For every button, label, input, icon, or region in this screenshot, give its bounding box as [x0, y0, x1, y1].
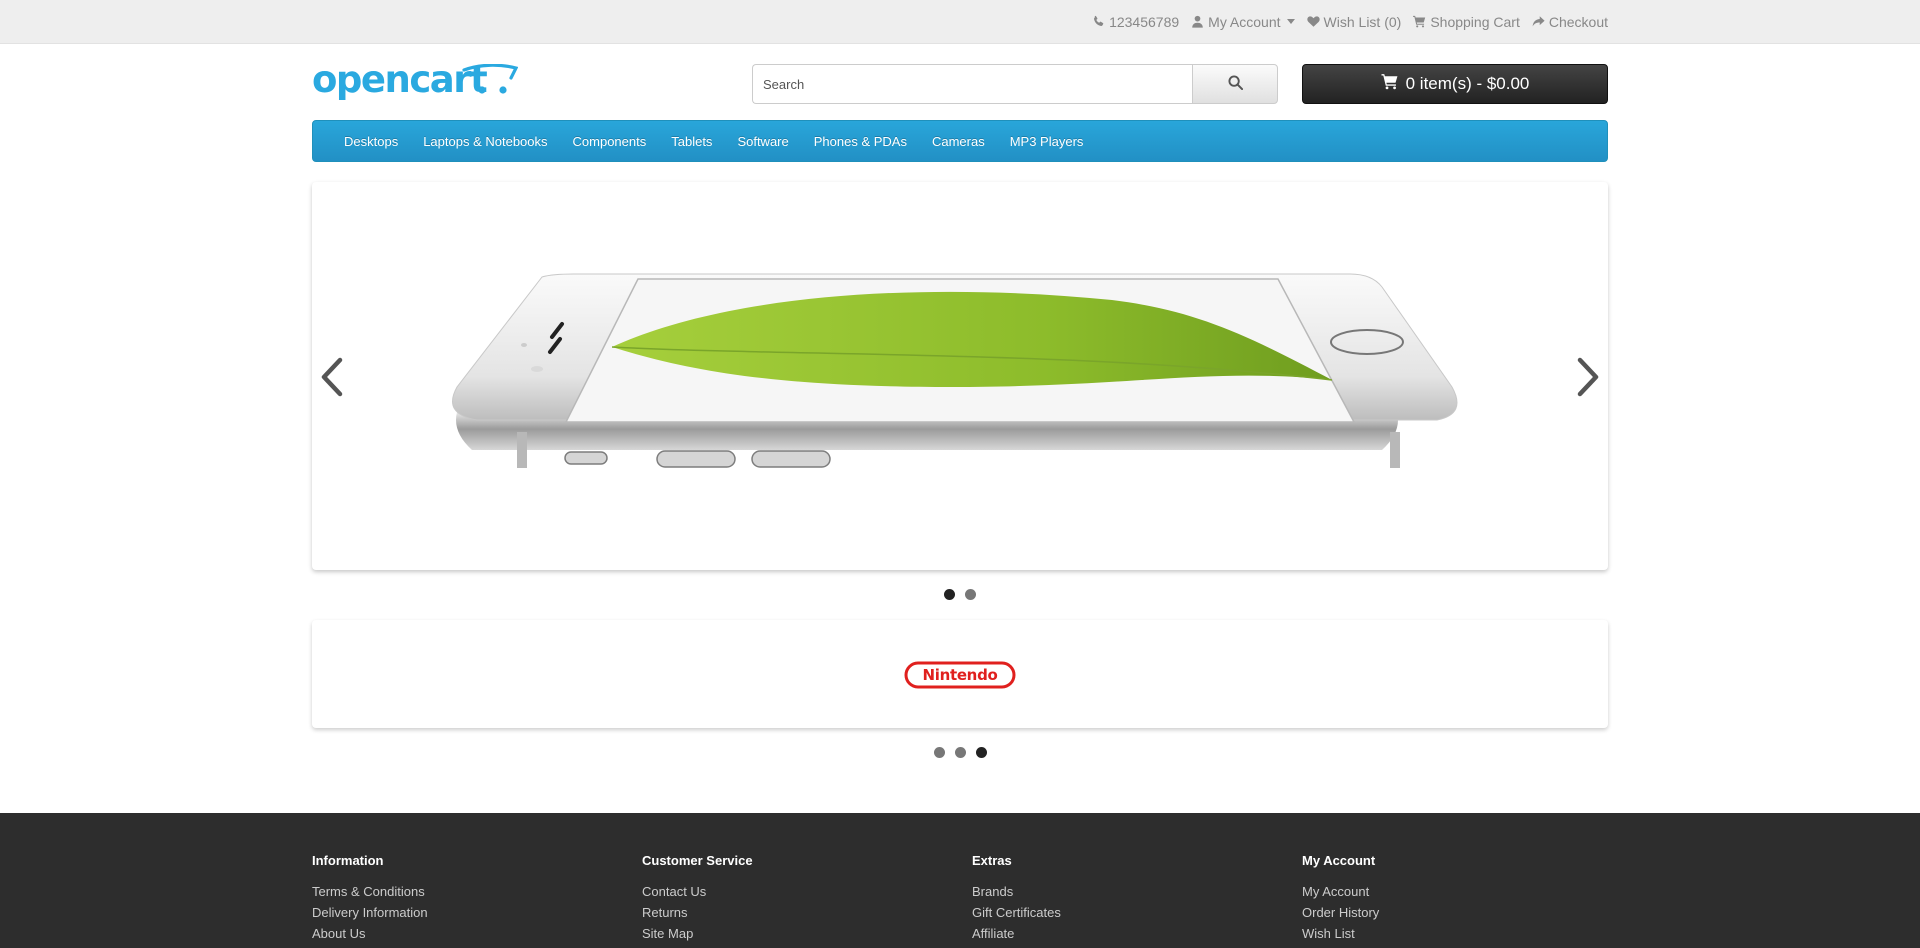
footer-heading-my-account: My Account — [1302, 853, 1376, 868]
cart-icon — [1381, 73, 1399, 95]
search-icon — [1227, 75, 1243, 93]
footer-link-gift-certificates[interactable]: Gift Certificates — [972, 902, 1272, 923]
search-bar — [752, 64, 1278, 104]
logo-cart-icon — [462, 64, 518, 94]
checkout-label: Checkout — [1548, 13, 1608, 30]
user-icon — [1191, 15, 1204, 28]
wish-list-label: Wish List (0) — [1323, 13, 1402, 30]
footer-heading-extras: Extras — [972, 853, 1012, 868]
menu-item-tablets[interactable]: Tablets — [660, 121, 726, 161]
menu-item-mp3-players[interactable]: MP3 Players — [999, 121, 1098, 161]
footer-link-affiliate[interactable]: Affiliate — [972, 923, 1272, 944]
category-menu: Desktops Laptops & Notebooks Components … — [312, 120, 1608, 162]
opencart-logo[interactable]: opencart — [312, 58, 518, 106]
menu-item-laptops-notebooks[interactable]: Laptops & Notebooks — [412, 121, 561, 161]
top-links: 123456789 My Account Wish List (0) Shopp… — [1092, 0, 1608, 43]
phone-link[interactable]: 123456789 — [1092, 14, 1179, 30]
cart-button[interactable]: 0 item(s) - $0.00 — [1302, 64, 1608, 104]
menu-item-software[interactable]: Software — [726, 121, 802, 161]
caret-down-icon — [1286, 19, 1295, 24]
footer-link-order-history[interactable]: Order History — [1302, 902, 1602, 923]
footer: Information Terms & Conditions Delivery … — [0, 813, 1920, 948]
slideshow-pagination — [944, 589, 976, 600]
footer-link-contact-us[interactable]: Contact Us — [642, 881, 942, 902]
menu-item-cameras[interactable]: Cameras — [921, 121, 999, 161]
cart-total: 0 item(s) - $0.00 — [1405, 74, 1530, 93]
prev-arrow-icon[interactable] — [314, 352, 354, 402]
slide-dot-1[interactable] — [944, 589, 955, 600]
footer-link-returns[interactable]: Returns — [642, 902, 942, 923]
nintendo-logo[interactable] — [904, 661, 1016, 689]
heart-icon — [1306, 15, 1320, 28]
logo-text: opencart — [312, 58, 488, 101]
checkout-link[interactable]: Checkout — [1532, 14, 1608, 30]
search-input[interactable] — [752, 64, 1192, 104]
slide-image[interactable] — [312, 182, 1608, 570]
carousel-dot-3[interactable] — [976, 747, 987, 758]
footer-link-about-us[interactable]: About Us — [312, 923, 612, 944]
menu-item-phones-pdas[interactable]: Phones & PDAs — [803, 121, 921, 161]
phone-number: 123456789 — [1109, 13, 1180, 30]
footer-link-terms-conditions[interactable]: Terms & Conditions — [312, 881, 612, 902]
footer-column-customer-service: Customer Service Contact Us Returns Site… — [642, 853, 942, 944]
menu-item-components[interactable]: Components — [562, 121, 661, 161]
footer-heading-customer-service: Customer Service — [642, 853, 753, 868]
my-account-label: My Account — [1208, 13, 1281, 30]
share-icon — [1532, 15, 1545, 28]
shopping-cart-link[interactable]: Shopping Cart — [1413, 14, 1520, 30]
phone-icon — [1092, 15, 1105, 28]
carousel-dot-1[interactable] — [934, 747, 945, 758]
wish-list-link[interactable]: Wish List (0) — [1306, 13, 1402, 30]
search-button[interactable] — [1192, 64, 1278, 104]
footer-column-extras: Extras Brands Gift Certificates Affiliat… — [972, 853, 1272, 944]
top-bar: 123456789 My Account Wish List (0) Shopp… — [0, 0, 1920, 44]
brand-carousel: Nintendo — [312, 620, 1608, 728]
carousel-pagination — [934, 747, 987, 758]
footer-link-site-map[interactable]: Site Map — [642, 923, 942, 944]
menu-item-desktops[interactable]: Desktops — [333, 121, 412, 161]
footer-link-delivery-information[interactable]: Delivery Information — [312, 902, 612, 923]
cart-icon — [1413, 15, 1426, 28]
footer-link-my-account[interactable]: My Account — [1302, 881, 1602, 902]
footer-link-wish-list[interactable]: Wish List — [1302, 923, 1602, 944]
slideshow — [312, 182, 1608, 570]
shopping-cart-label: Shopping Cart — [1430, 13, 1520, 30]
my-account-dropdown[interactable]: My Account — [1191, 13, 1295, 30]
footer-heading-information: Information — [312, 853, 384, 868]
footer-column-information: Information Terms & Conditions Delivery … — [312, 853, 612, 944]
footer-link-brands[interactable]: Brands — [972, 881, 1272, 902]
carousel-dot-2[interactable] — [955, 747, 966, 758]
slide-dot-2[interactable] — [965, 589, 976, 600]
footer-column-my-account: My Account My Account Order History Wish… — [1302, 853, 1602, 944]
next-arrow-icon[interactable] — [1566, 352, 1606, 402]
